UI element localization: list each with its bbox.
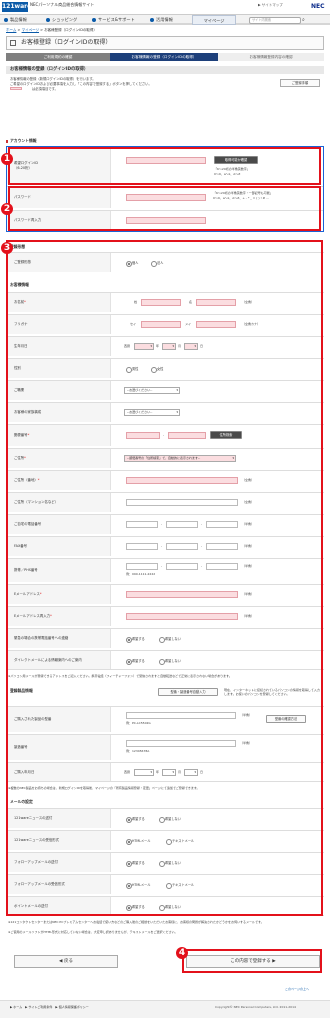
step-confirm: お客様情報登録内容の確認 xyxy=(218,53,324,61)
page-top-link[interactable]: このページの上へ xyxy=(285,987,309,992)
site-name: NECパーソナル商品総合情報サイト xyxy=(30,2,95,7)
breadcrumb-current: お客様登録（ログインIDの取得） xyxy=(44,28,97,32)
nav-usage[interactable]: 活用情報 xyxy=(150,15,173,25)
submit-highlight xyxy=(182,949,322,973)
breadcrumb-mypage[interactable]: マイページ xyxy=(22,28,39,32)
section-title: お客様情報の登録（ログインIDの取得） xyxy=(6,66,324,74)
nec-logo: NEC xyxy=(311,3,325,10)
search-icon[interactable]: ⌕ xyxy=(302,17,305,23)
sitemap-link[interactable]: ▶ サイトマップ xyxy=(258,3,283,7)
intro-text: お客様情報の登録（新規ログインIDの取得）を行います。 ご希望のログインIDおよ… xyxy=(10,77,152,91)
required-swatch xyxy=(10,87,22,90)
nav-shopping[interactable]: ショッピング xyxy=(46,15,77,25)
marker-4: 4 xyxy=(176,947,188,959)
bullet-icon xyxy=(4,18,8,22)
nav-mypage[interactable]: マイページ xyxy=(192,15,236,25)
site-logo[interactable]: 121ware xyxy=(2,2,31,12)
nav-support[interactable]: サービス&サポート xyxy=(92,15,135,25)
mail-note-2: ※ご使用のメールソフトがHTML形式に対応していない場合は、大変申し訳ありません… xyxy=(8,930,178,934)
footer-links[interactable]: ▶ ホーム ▶ サイトご利用条件 ▶ 個人情報保護ポリシー xyxy=(10,1005,89,1010)
mail-note-1: ※121コンタクトセンターまたはNEC PCプレミアムセンターへお電話で使い方な… xyxy=(8,920,264,924)
password-highlight xyxy=(8,186,321,231)
search-input[interactable]: サイト内検索 xyxy=(249,17,301,24)
bullet-icon xyxy=(150,18,154,22)
page-title: お客様登録（ログインIDの取得） xyxy=(6,36,324,50)
page-icon xyxy=(10,40,16,46)
global-nav: 製品情報 ショッピング サービス&サポート 活用情報 マイページ サイト内検索 … xyxy=(0,14,330,25)
step-terms: ご利用規約の確認 xyxy=(6,53,110,61)
breadcrumb-home[interactable]: ホーム xyxy=(6,28,16,32)
bullet-icon xyxy=(92,18,96,22)
customer-info-highlight xyxy=(6,240,323,916)
nav-products[interactable]: 製品情報 xyxy=(4,15,27,25)
marker-1: 1 xyxy=(1,153,13,165)
breadcrumb: ホーム > マイページ > お客様登録（ログインIDの取得） xyxy=(6,28,97,32)
step-register: お客様情報の登録（ログインIDの取得） xyxy=(110,53,218,61)
account-group-title: アカウント情報 xyxy=(6,138,37,144)
marker-2: 2 xyxy=(1,203,13,215)
marker-3: 3 xyxy=(1,242,13,254)
back-arrow-icon: ◀ xyxy=(59,959,63,964)
login-id-highlight xyxy=(8,147,321,185)
help-button[interactable]: ご登録手順 xyxy=(280,79,320,87)
copyright: Copyright© NEC Personal Computers, Ltd. … xyxy=(215,1005,296,1009)
back-button[interactable]: ◀ 戻る xyxy=(14,955,118,968)
bullet-icon xyxy=(46,18,50,22)
